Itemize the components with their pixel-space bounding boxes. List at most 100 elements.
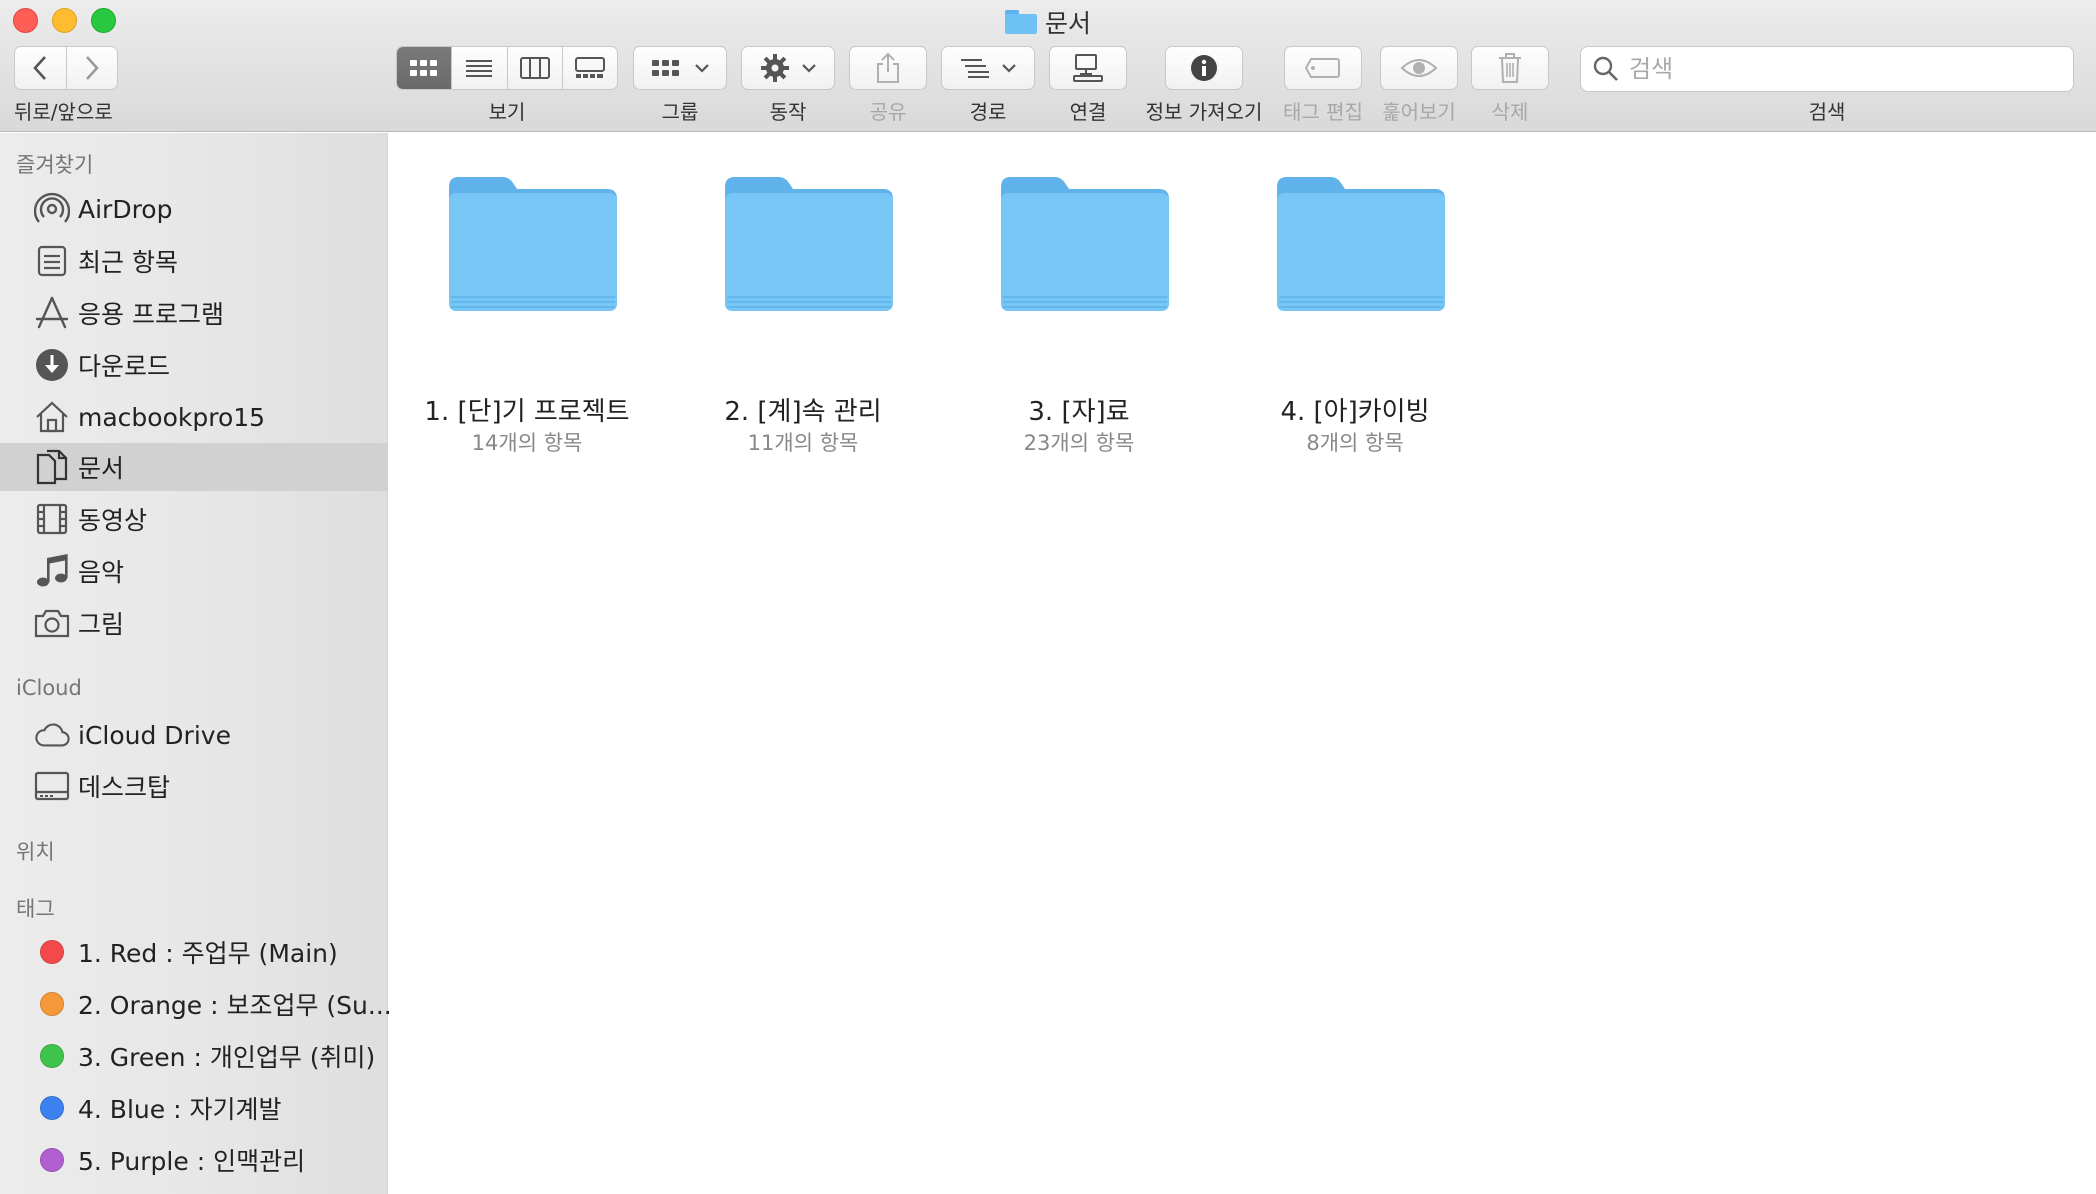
group-label: 그룹 <box>661 100 699 124</box>
sidebar-item-icloud-drive[interactable]: iCloud Drive <box>0 711 388 759</box>
tag-icon <box>1305 58 1340 78</box>
folder-item[interactable]: 2. [계]속 관리 11개의 항목 <box>665 173 941 455</box>
chevron-down-icon <box>695 64 709 73</box>
sidebar-item-label: 3. Green : 개인업무 (취미) <box>78 1043 376 1072</box>
documents-icon <box>34 449 70 485</box>
sidebar-item-label: 최근 항목 <box>78 248 178 277</box>
connect-label: 연결 <box>1069 100 1107 124</box>
gallery-view-button[interactable] <box>561 47 617 89</box>
trash-icon <box>1499 53 1521 83</box>
get-info-button[interactable] <box>1165 46 1243 90</box>
sidebar-item-downloads[interactable]: 다운로드 <box>0 341 388 389</box>
sidebar-item-documents[interactable]: 문서 <box>0 443 388 491</box>
gear-icon <box>761 54 789 82</box>
grid-icon <box>410 60 438 76</box>
folder-item[interactable]: 1. [단]기 프로젝트 14개의 항목 <box>389 173 665 455</box>
network-computer-icon <box>1073 54 1103 82</box>
sidebar-tag-blue[interactable]: 4. Blue : 자기계발 <box>0 1084 388 1132</box>
edit-tags-label: 태그 편집 <box>1283 100 1363 124</box>
delete-button[interactable] <box>1471 46 1549 90</box>
icloud-header: iCloud <box>16 676 82 700</box>
sidebar-tag-purple[interactable]: 5. Purple : 인맥관리 <box>0 1136 388 1184</box>
tag-dot-icon <box>40 1096 64 1120</box>
sidebar: 즐겨찾기 AirDrop 최근 항목 응용 프로그램 다운로드 macbookp… <box>0 133 392 1194</box>
tag-dot-icon <box>40 1044 64 1068</box>
icon-view-button[interactable] <box>397 47 452 89</box>
forward-button[interactable] <box>65 47 118 89</box>
group-grid-icon <box>652 60 679 76</box>
toolbar: 문서 뒤로/앞으로 보기 그룹 동작 공유 경로 연결 정보 가져오기 태그 편… <box>0 0 2096 132</box>
sidebar-item-label: 4. Blue : 자기계발 <box>78 1095 282 1124</box>
sidebar-item-airdrop[interactable]: AirDrop <box>0 185 388 233</box>
connect-button[interactable] <box>1049 46 1127 90</box>
folder-item-count: 23개의 항목 <box>1023 431 1135 455</box>
search-icon <box>1593 56 1618 81</box>
view-buttons <box>396 46 618 90</box>
sidebar-item-desktop[interactable]: 데스크탑 <box>0 762 388 810</box>
window-title-text: 문서 <box>1044 9 1091 38</box>
sidebar-item-home[interactable]: macbookpro15 <box>0 393 388 441</box>
sidebar-item-label: 데스크탑 <box>78 773 171 802</box>
path-label: 경로 <box>969 100 1007 124</box>
folder-item[interactable]: 3. [자]료 23개의 항목 <box>941 173 1217 455</box>
chevron-right-icon <box>85 56 99 80</box>
share-label: 공유 <box>869 100 907 124</box>
sidebar-item-movies[interactable]: 동영상 <box>0 495 388 543</box>
sidebar-tag-red[interactable]: 1. Red : 주업무 (Main) <box>0 928 388 976</box>
sidebar-item-label: 1. Red : 주업무 (Main) <box>78 939 338 968</box>
folder-name: 3. [자]료 <box>1028 397 1130 427</box>
sidebar-item-label: 동영상 <box>78 506 148 535</box>
tag-dot-icon <box>40 1148 64 1172</box>
folder-icon <box>449 177 617 311</box>
sidebar-item-label: macbookpro15 <box>78 402 266 432</box>
view-label: 보기 <box>488 100 526 124</box>
path-list-icon <box>961 59 989 78</box>
sidebar-item-label: 음악 <box>78 558 125 587</box>
group-button[interactable] <box>633 46 727 90</box>
path-button[interactable] <box>941 46 1035 90</box>
nav-buttons <box>14 46 118 90</box>
edit-tags-button[interactable] <box>1284 46 1362 90</box>
back-button[interactable] <box>15 47 66 89</box>
action-button[interactable] <box>741 46 835 90</box>
share-button[interactable] <box>849 46 927 90</box>
info-icon <box>1191 55 1217 81</box>
gallery-icon <box>574 57 605 78</box>
window-title: 문서 <box>0 4 2096 40</box>
list-view-button[interactable] <box>451 47 506 89</box>
folder-icon <box>1004 10 1037 34</box>
chevron-down-icon <box>1002 64 1016 73</box>
delete-label: 삭제 <box>1491 100 1529 124</box>
quick-look-button[interactable] <box>1380 46 1458 90</box>
search-field[interactable] <box>1580 46 2074 92</box>
sidebar-item-music[interactable]: 음악 <box>0 547 388 595</box>
folder-icon <box>725 177 893 311</box>
nav-label: 뒤로/앞으로 <box>14 100 113 124</box>
search-input[interactable] <box>1629 55 2049 83</box>
favorites-header: 즐겨찾기 <box>16 153 94 177</box>
cloud-icon <box>34 717 70 753</box>
recents-icon <box>34 243 70 279</box>
folder-name: 1. [단]기 프로젝트 <box>424 397 630 427</box>
search-label: 검색 <box>1808 100 1846 124</box>
sidebar-item-recents[interactable]: 최근 항목 <box>0 237 388 285</box>
folder-icon <box>1277 177 1445 311</box>
eye-icon <box>1400 59 1438 77</box>
sidebar-item-label: 5. Purple : 인맥관리 <box>78 1147 306 1176</box>
sidebar-tag-orange[interactable]: 2. Orange : 보조업무 (Su... <box>0 980 392 1028</box>
sidebar-tag-green[interactable]: 3. Green : 개인업무 (취미) <box>0 1032 388 1080</box>
get-info-label: 정보 가져오기 <box>1145 100 1263 124</box>
chevron-down-icon <box>802 64 816 73</box>
sidebar-item-applications[interactable]: 응용 프로그램 <box>0 289 388 337</box>
list-icon <box>466 60 493 77</box>
action-label: 동작 <box>769 100 807 124</box>
desktop-icon <box>34 768 70 804</box>
quick-look-label: 훑어보기 <box>1382 100 1456 124</box>
folder-item[interactable]: 4. [아]카이빙 8개의 항목 <box>1217 173 1493 455</box>
folder-name: 4. [아]카이빙 <box>1280 397 1430 427</box>
movies-icon <box>34 501 70 537</box>
folder-item-count: 11개의 항목 <box>747 431 859 455</box>
downloads-icon <box>34 347 70 383</box>
sidebar-item-pictures[interactable]: 그림 <box>0 599 388 647</box>
column-view-button[interactable] <box>506 47 562 89</box>
